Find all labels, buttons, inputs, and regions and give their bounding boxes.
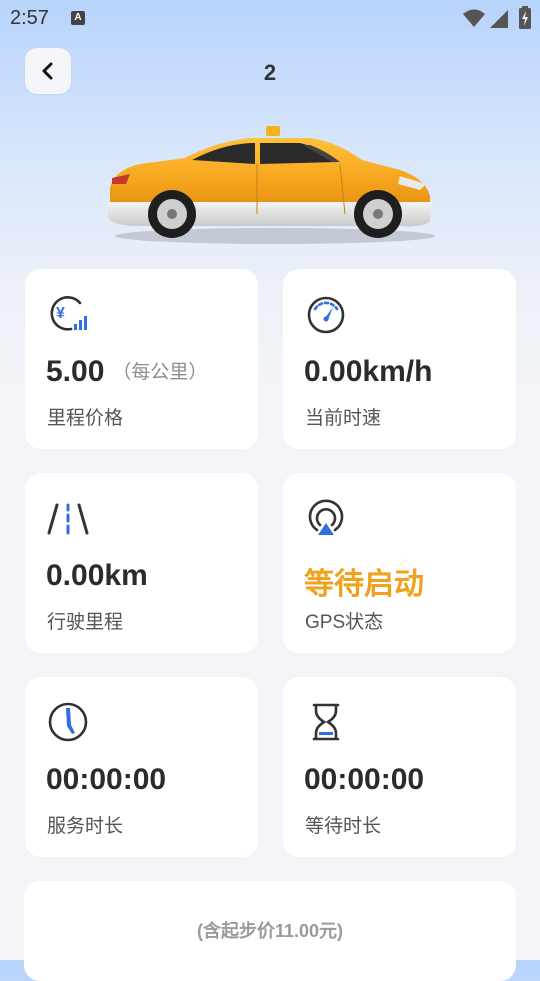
svg-text:¥: ¥ (56, 305, 65, 322)
fare-card: (含起步价11.00元) (24, 881, 516, 981)
current-speed-value: 0.00km/h (304, 355, 433, 388)
mileage-price-label: 里程价格 (47, 408, 124, 429)
speedometer-icon (307, 296, 345, 334)
notification-icon: A (71, 11, 85, 25)
gps-location-icon (308, 499, 344, 535)
service-time-value: 00:00:00 (46, 763, 167, 796)
gps-status-card: 等待启动 GPS状态 (283, 473, 516, 653)
base-fare-note: (含起步价11.00元) (196, 921, 344, 941)
mileage-price-value: 5.00 （每公里） (46, 355, 207, 389)
mileage-price-card: ¥ 5.00 （每公里） 里程价格 (25, 269, 258, 449)
distance-card: 0.00km 行驶里程 (25, 473, 258, 653)
service-time-card: 00:00:00 服务时长 (25, 677, 258, 857)
yuan-chart-icon: ¥ (50, 296, 87, 331)
mileage-price-unit: （每公里） (112, 362, 208, 383)
road-icon (47, 503, 89, 535)
wait-time-label: 等待时长 (305, 816, 382, 837)
wait-time-value: 00:00:00 (304, 763, 425, 796)
gps-status-label: GPS状态 (305, 612, 384, 633)
back-button[interactable] (25, 48, 71, 94)
distance-value: 0.00km (46, 559, 148, 592)
current-speed-label: 当前时速 (305, 408, 382, 429)
taxi-car-image (108, 126, 435, 244)
wifi-icon (463, 9, 485, 27)
status-time: 2:57 (10, 7, 49, 29)
service-time-label: 服务时长 (47, 816, 124, 837)
mileage-price-number: 5.00 (46, 355, 105, 388)
clock-icon (48, 702, 88, 742)
wait-time-card: 00:00:00 等待时长 (283, 677, 516, 857)
gps-status-value: 等待启动 (304, 568, 424, 601)
current-speed-card: 0.00km/h 当前时速 (283, 269, 516, 449)
chevron-left-icon (42, 62, 53, 80)
distance-label: 行驶里程 (47, 612, 124, 633)
signal-icon (490, 10, 508, 28)
status-bar: 2:57 A (0, 0, 540, 36)
hourglass-icon (312, 703, 340, 741)
page-title: 2 (263, 60, 277, 85)
battery-icon (519, 6, 531, 29)
